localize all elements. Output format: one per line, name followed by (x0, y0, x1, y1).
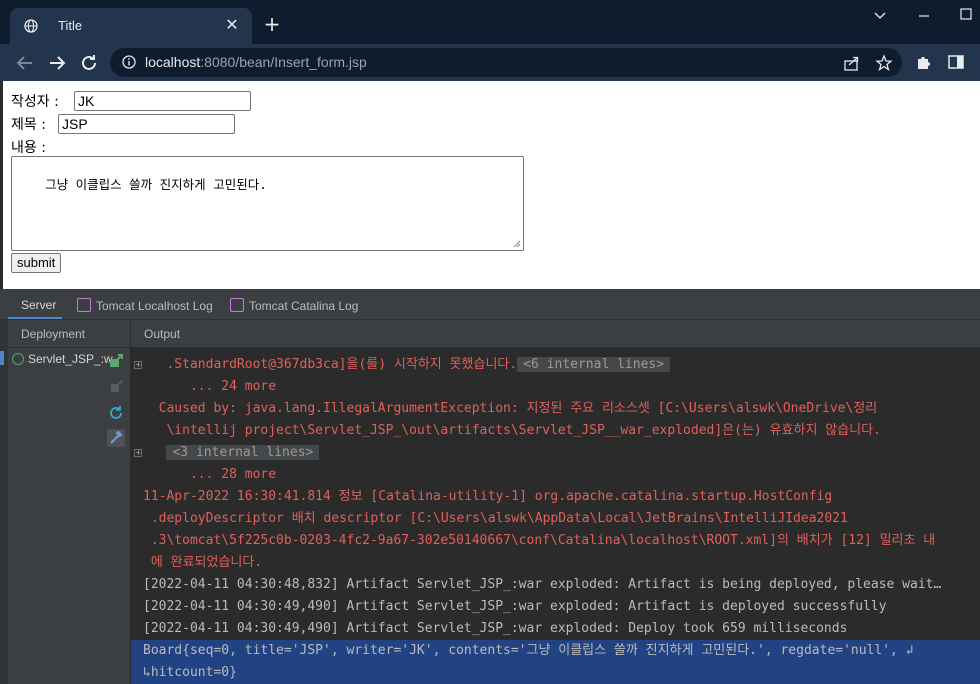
tab-server[interactable]: Server (21, 298, 56, 312)
log-line: 11-Apr-2022 16:30:41.814 정보 [Catalina-ut… (143, 486, 832, 508)
web-page: 작성자 : JK 제목 : JSP 내용 : 그냥 이클립스 쓸까 진지하게 고… (3, 81, 980, 289)
maximize-icon[interactable] (952, 6, 980, 26)
deployment-pane: Servlet_JSP_:w (8, 348, 130, 684)
refresh-icon[interactable] (107, 404, 125, 422)
log-line: .StandardRoot@367db3ca]을(를) 시작하지 못했습니다. <… (143, 354, 671, 376)
reload-icon[interactable] (77, 51, 101, 75)
star-icon[interactable] (875, 54, 893, 72)
log-line-text: .StandardRoot@367db3ca]을(를) 시작하지 못했습니다. (143, 357, 518, 372)
log-line-text: ... 28 more (143, 467, 277, 482)
plus-icon[interactable]: + (262, 14, 282, 34)
forward-icon[interactable] (45, 51, 69, 75)
extension-icon[interactable] (915, 53, 933, 71)
content-textarea[interactable]: 그냥 이클립스 쓸까 진지하게 고민된다. (11, 156, 524, 251)
undeploy-icon[interactable] (107, 378, 125, 396)
log-line-text: ... 24 more (143, 379, 277, 394)
log-line: <3 internal lines> (143, 442, 320, 464)
deployment-item[interactable]: Servlet_JSP_:w (12, 352, 113, 366)
address-bar[interactable]: localhost:8080/bean/Insert_form.jsp (110, 48, 902, 77)
log-line: [2022-04-11 04:30:48,832] Artifact Servl… (143, 574, 941, 596)
log-line-text: Caused by: java.lang.IllegalArgumentExce… (143, 401, 878, 416)
ide-services-panel: Server Tomcat Localhost Log Tomcat Catal… (0, 289, 980, 684)
back-icon[interactable] (13, 51, 37, 75)
browser-tab[interactable]: Title ✕ (10, 8, 252, 44)
expand-icon[interactable] (134, 361, 142, 369)
log-line: [2022-04-11 04:30:49,490] Artifact Servl… (143, 618, 847, 640)
resize-grip-icon[interactable] (513, 240, 521, 248)
check-circle-icon (12, 353, 24, 365)
left-strip (0, 320, 8, 684)
log-line-text: 에 완료되었습니다. (143, 555, 263, 570)
log-line: \intellij project\Servlet_JSP_\out\artif… (143, 420, 881, 442)
browser-chrome: Title ✕ + localhost:8080/bean/Insert_for… (0, 0, 980, 81)
log-line-text: \intellij project\Servlet_JSP_\out\artif… (143, 423, 881, 438)
chevron-down-icon[interactable] (866, 6, 894, 26)
log-line: Board{seq=0, title='JSP', writer='JK', c… (143, 640, 914, 662)
share-icon[interactable] (843, 54, 861, 72)
tab-strip: Title ✕ + (0, 0, 980, 44)
log-line: .deployDescriptor 배치 descriptor [C:\User… (143, 508, 848, 530)
log-line-text: .deployDescriptor 배치 descriptor [C:\User… (143, 511, 848, 526)
minimize-icon[interactable] (910, 6, 938, 26)
output-header: Output (131, 320, 980, 348)
title-label: 제목 : (11, 117, 46, 133)
tab-tomcat-catalina-log[interactable]: Tomcat Catalina Log (230, 298, 358, 313)
content-text: 그냥 이클립스 쓸까 진지하게 고민된다. (45, 177, 267, 192)
expand-icon[interactable] (134, 449, 142, 457)
log-line: .3\tomcat\5f225c0b-0203-4fc2-9a67-302e50… (143, 530, 935, 552)
log-line: ↳hitcount=0} (143, 662, 237, 684)
active-tab-indicator (8, 317, 62, 319)
content-label: 내용 : (11, 140, 46, 156)
selection-marker (0, 351, 4, 365)
close-icon[interactable]: ✕ (222, 15, 242, 35)
browser-toolbar: localhost:8080/bean/Insert_form.jsp (0, 44, 980, 81)
selected-line-highlight (131, 662, 980, 684)
globe-icon (24, 19, 38, 33)
log-line-text: [2022-04-11 04:30:49,490] Artifact Servl… (143, 621, 848, 636)
log-line-text (143, 445, 166, 460)
tab-title: Title (58, 18, 83, 33)
log-line-text: [2022-04-11 04:30:48,832] Artifact Servl… (143, 577, 942, 592)
log-line: [2022-04-11 04:30:49,490] Artifact Servl… (143, 596, 887, 618)
log-line: 에 완료되었습니다. (143, 552, 262, 574)
output-console[interactable]: .StandardRoot@367db3ca]을(를) 시작하지 못했습니다. <… (131, 348, 980, 684)
sidepanel-icon[interactable] (947, 53, 965, 71)
log-line-text: [2022-04-11 04:30:49,490] Artifact Servl… (143, 599, 887, 614)
log-icon (77, 298, 91, 312)
log-line: Caused by: java.lang.IllegalArgumentExce… (143, 398, 878, 420)
writer-label: 작성자 : (11, 94, 59, 110)
log-line-text: ↳hitcount=0} (143, 665, 237, 680)
log-line: ... 28 more (143, 464, 276, 486)
deployment-header: Deployment (8, 320, 130, 348)
build-icon[interactable] (107, 429, 125, 447)
log-line-text: Board{seq=0, title='JSP', writer='JK', c… (143, 643, 914, 658)
tab-tomcat-localhost-log[interactable]: Tomcat Localhost Log (77, 298, 213, 313)
writer-input[interactable]: JK (74, 91, 251, 111)
info-icon[interactable] (122, 55, 136, 69)
ide-tab-bar: Server Tomcat Localhost Log Tomcat Catal… (0, 289, 980, 320)
internal-lines-fold[interactable]: <6 internal lines> (517, 357, 671, 372)
log-line-text: .3\tomcat\5f225c0b-0203-4fc2-9a67-302e50… (143, 533, 936, 548)
title-input[interactable]: JSP (58, 114, 235, 134)
submit-button[interactable]: submit (11, 253, 62, 273)
log-line: ... 24 more (143, 376, 276, 398)
internal-lines-fold[interactable]: <3 internal lines> (166, 445, 320, 460)
deploy-icon[interactable] (107, 352, 125, 370)
log-line-text: 11-Apr-2022 16:30:41.814 정보 [Catalina-ut… (143, 489, 833, 504)
log-icon (230, 298, 244, 312)
url-text[interactable]: localhost:8080/bean/Insert_form.jsp (145, 54, 367, 70)
